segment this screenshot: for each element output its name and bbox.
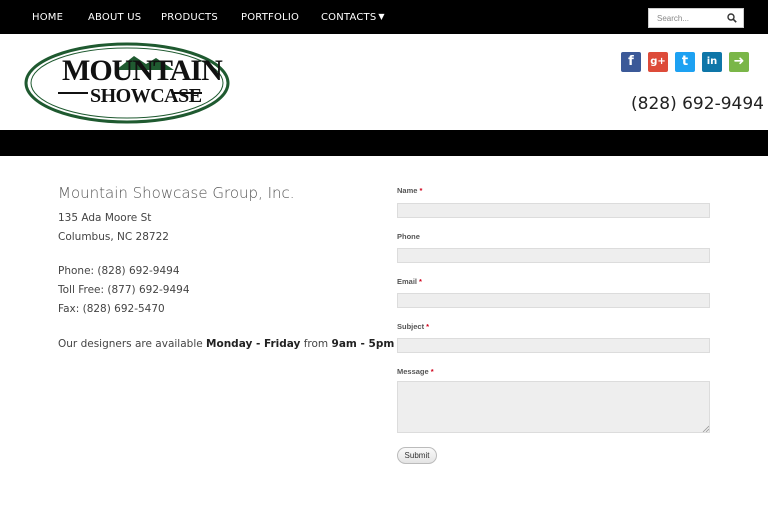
search-icon[interactable] — [727, 13, 737, 23]
subject-label-text: Subject — [397, 322, 425, 331]
fax-line: Fax: (828) 692-5470 — [58, 303, 165, 315]
logo-line-1: MOUNTAIN — [62, 54, 223, 87]
logo[interactable]: MOUNTAIN SHOWCASE — [24, 42, 230, 124]
message-field[interactable] — [397, 381, 710, 433]
message-label-text: Message — [397, 367, 429, 376]
phone-field[interactable] — [397, 248, 710, 263]
address-line-2: Columbus, NC 28722 — [58, 231, 169, 243]
subject-label: Subject * — [397, 322, 429, 331]
nav-contacts[interactable]: CONTACTS ▼ — [321, 12, 385, 23]
nav-products[interactable]: PRODUCTS — [161, 12, 218, 23]
nav-home[interactable]: HOME — [32, 12, 63, 23]
address-line-1: 135 Ada Moore St — [58, 212, 152, 224]
site-header: MOUNTAIN SHOWCASE f g+ t in ➜ (828) 692-… — [0, 34, 768, 130]
subject-field[interactable] — [397, 338, 710, 353]
name-label-text: Name — [397, 186, 418, 195]
required-mark: * — [426, 322, 430, 331]
name-field[interactable] — [397, 203, 710, 218]
message-label: Message * — [397, 367, 434, 376]
phone-label: Phone — [397, 232, 420, 241]
nav-contacts-label: CONTACTS — [321, 12, 377, 23]
resize-grip-icon[interactable] — [702, 425, 709, 432]
email-label-text: Email — [397, 277, 418, 286]
header-phone: (828) 692-9494 — [631, 94, 764, 114]
share-icon[interactable]: ➜ — [729, 52, 749, 72]
nav-about-us[interactable]: ABOUT US — [88, 12, 141, 23]
nav-portfolio[interactable]: PORTFOLIO — [241, 12, 299, 23]
availability-line: Our designers are available Monday - Fri… — [58, 338, 394, 350]
submit-button[interactable]: Submit — [397, 447, 437, 464]
header-divider-band — [0, 130, 768, 156]
google-plus-icon[interactable]: g+ — [648, 52, 668, 72]
availability-hours: 9am - 5pm — [331, 338, 395, 350]
required-mark: * — [419, 186, 423, 195]
phone-line: Phone: (828) 692-9494 — [58, 265, 180, 277]
availability-prefix: Our designers are available — [58, 338, 207, 350]
twitter-icon[interactable]: t — [675, 52, 695, 72]
chevron-down-icon: ▼ — [378, 12, 385, 21]
required-mark: * — [419, 277, 422, 286]
search-box — [648, 8, 744, 28]
toll-free-line: Toll Free: (877) 692-9494 — [58, 284, 190, 296]
top-nav: HOME ABOUT US PRODUCTS PORTFOLIO CONTACT… — [0, 0, 768, 34]
company-name: Mountain Showcase Group, Inc. — [58, 184, 295, 202]
name-label: Name * — [397, 186, 422, 195]
search-input[interactable] — [649, 9, 725, 27]
email-label: Email * — [397, 277, 422, 286]
linkedin-icon[interactable]: in — [702, 52, 722, 72]
required-mark: * — [430, 367, 434, 376]
availability-mid: from — [300, 338, 332, 350]
availability-days: Monday - Friday — [206, 338, 301, 350]
phone-label-text: Phone — [397, 232, 420, 241]
facebook-icon[interactable]: f — [621, 52, 641, 72]
email-field[interactable] — [397, 293, 710, 308]
logo-line-2: SHOWCASE — [90, 85, 202, 107]
